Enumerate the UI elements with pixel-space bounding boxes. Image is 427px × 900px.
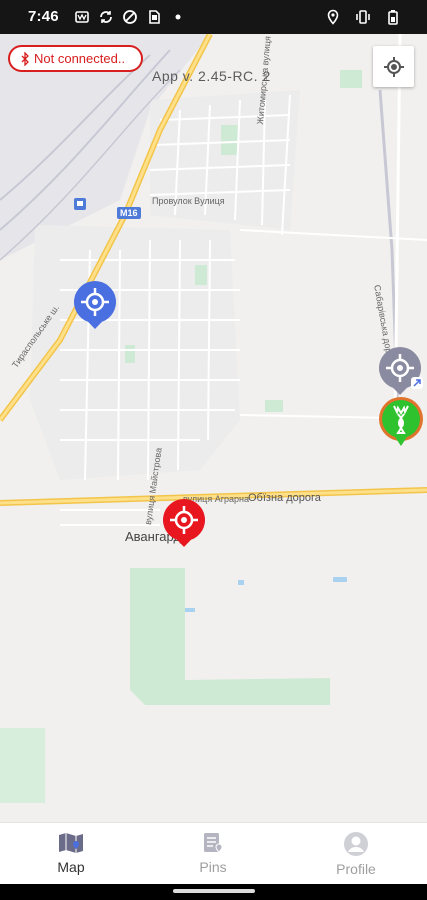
vibrate-icon bbox=[356, 10, 370, 24]
my-location-button[interactable] bbox=[373, 46, 414, 87]
crosshair-icon bbox=[383, 56, 404, 77]
bottom-navigation: Map Pins Profile bbox=[0, 822, 427, 884]
nav-label-profile: Profile bbox=[336, 861, 376, 877]
map-view[interactable]: M16 Тираспольське ш. Провулок Вулиця Жит… bbox=[0, 34, 427, 822]
map-label-m16: M16 bbox=[117, 207, 141, 219]
home-gesture-bar[interactable] bbox=[173, 889, 255, 893]
status-icons-right bbox=[325, 9, 401, 25]
map-icon bbox=[59, 833, 83, 853]
sd-card-icon bbox=[149, 10, 160, 24]
nav-item-map[interactable]: Map bbox=[0, 823, 142, 885]
status-time: 7:46 bbox=[28, 8, 59, 25]
data-saver-icon bbox=[123, 10, 137, 24]
map-label-street-4: Обїзна дорога bbox=[248, 492, 321, 504]
status-bar: 7:46 bbox=[0, 0, 427, 34]
nav-label-pins: Pins bbox=[199, 859, 227, 875]
app-version-label: App v. 2.45-RC. 2 bbox=[152, 68, 271, 84]
connection-status-badge[interactable]: Not connected.. bbox=[8, 45, 143, 72]
sync-icon bbox=[100, 11, 112, 23]
deer-animal-pin[interactable] bbox=[378, 396, 424, 452]
gray-location-pin[interactable] bbox=[377, 345, 427, 397]
battery-icon bbox=[388, 10, 398, 25]
pins-icon bbox=[204, 833, 223, 853]
sim-icon bbox=[75, 11, 89, 23]
map-label-street-2: Провулок Вулиця bbox=[152, 196, 225, 206]
map-tiles[interactable] bbox=[0, 34, 427, 822]
dot-icon bbox=[175, 14, 181, 20]
nav-label-map: Map bbox=[57, 859, 85, 875]
bus-stop-icon bbox=[74, 198, 86, 210]
bluetooth-icon bbox=[21, 51, 29, 66]
connection-status-label: Not connected.. bbox=[34, 51, 126, 66]
location-icon bbox=[327, 9, 339, 25]
profile-icon bbox=[344, 832, 368, 856]
red-location-pin[interactable] bbox=[161, 497, 207, 549]
nav-item-profile[interactable]: Profile bbox=[285, 823, 427, 885]
blue-location-pin[interactable] bbox=[72, 279, 118, 331]
status-icons-left bbox=[74, 9, 186, 25]
nav-item-pins[interactable]: Pins bbox=[142, 823, 284, 885]
